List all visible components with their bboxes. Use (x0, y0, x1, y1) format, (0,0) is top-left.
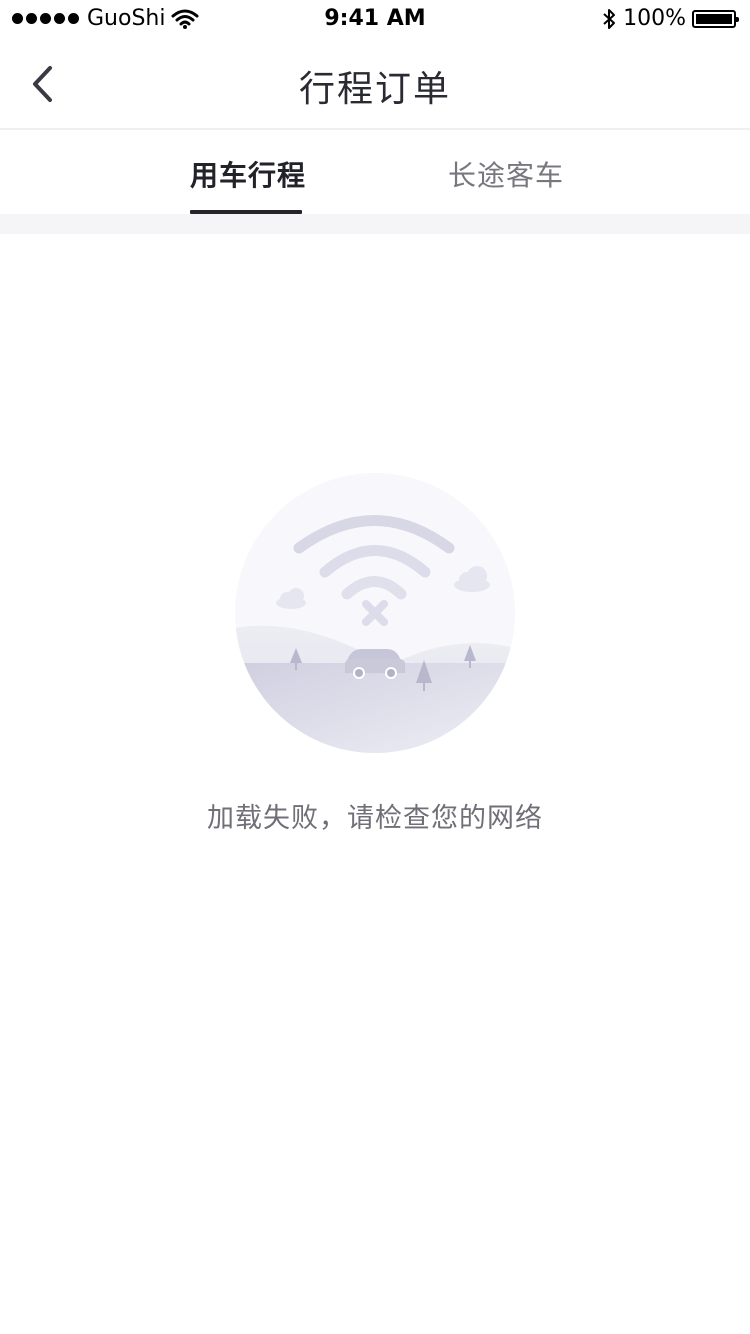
nav-bar: 行程订单 (0, 40, 750, 130)
status-right: 100% (601, 6, 739, 31)
wifi-disconnected-illustration-icon (235, 473, 515, 753)
battery-percent: 100% (623, 6, 686, 31)
error-message: 加载失败，请检查您的网络 (207, 803, 543, 834)
tab-long-distance-bus[interactable]: 长途客车 (448, 154, 564, 194)
page-title: 行程订单 (298, 69, 451, 110)
separator-band (0, 214, 750, 234)
battery-full-icon (692, 9, 739, 28)
tab-ride-trips[interactable]: 用车行程 (190, 154, 306, 194)
tab-bar: 用车行程 长途客车 (0, 130, 750, 214)
bluetooth-icon (603, 8, 616, 29)
status-bar: GuoShi 9:41 AM 100% (0, 0, 750, 40)
screen: GuoShi 9:41 AM 100% 行程订单 用车行程 长途客车 加载失败，… (0, 0, 750, 1334)
